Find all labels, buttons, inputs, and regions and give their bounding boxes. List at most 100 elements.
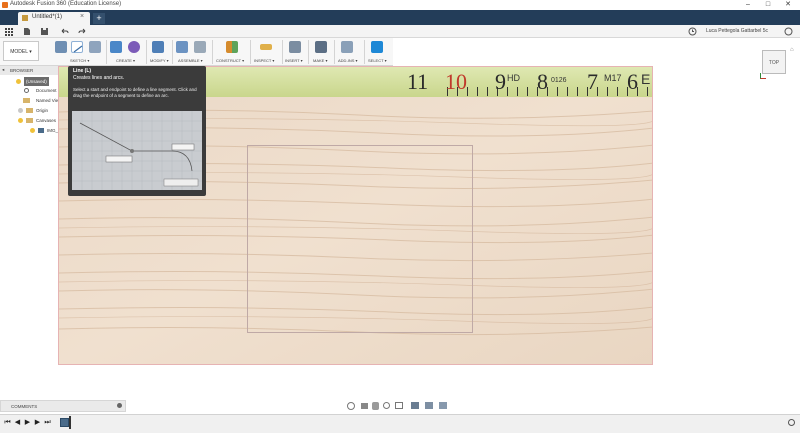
ruler-tick [507, 87, 508, 96]
timeline-start-icon[interactable]: ⏮ [4, 419, 11, 427]
create-group-label[interactable]: CREATE ▾ [116, 58, 135, 63]
help-icon[interactable] [784, 27, 793, 36]
ruler-number: 11 [407, 69, 429, 94]
press-pull-icon[interactable] [152, 41, 164, 53]
measure-icon[interactable] [260, 44, 272, 50]
toolbar-divider [146, 40, 147, 64]
add-ins-group-label[interactable]: ADD-INS ▾ [338, 58, 358, 63]
ruler-tick [527, 87, 528, 96]
joint-icon[interactable] [194, 41, 206, 53]
home-view-icon[interactable]: ⌂ [790, 47, 794, 53]
offset-plane-icon[interactable] [226, 41, 238, 53]
assemble-group-label[interactable]: ASSEMBLE ▾ [178, 58, 203, 63]
construct-group-label[interactable]: CONSTRUCT ▾ [216, 58, 244, 63]
toolbar-divider [172, 40, 173, 64]
canvas-image-icon [38, 128, 44, 133]
save-icon[interactable] [40, 27, 49, 36]
pan-hand-icon[interactable] [372, 402, 379, 410]
title-bar: Autodesk Fusion 360 (Education License) [0, 0, 800, 10]
select-group-label[interactable]: SELECT ▾ [368, 58, 387, 63]
extrude-icon[interactable] [110, 41, 122, 53]
3d-print-icon[interactable] [315, 41, 327, 53]
ruler-number: 8 [537, 69, 548, 94]
orbit-icon[interactable] [347, 402, 355, 410]
make-group-label[interactable]: MAKE ▾ [313, 58, 327, 63]
root-label: (Unsaved) [24, 77, 49, 86]
job-status-icon[interactable] [688, 27, 697, 36]
timeline-canvas-feature[interactable] [60, 418, 69, 427]
comments-panel[interactable]: COMMENTS [0, 400, 126, 412]
folder-icon [23, 98, 30, 103]
browser-item-document-settings[interactable]: Document Settings [14, 86, 74, 95]
visibility-bulb-icon[interactable] [30, 128, 35, 133]
data-panel-grid-icon[interactable] [4, 27, 13, 36]
ruler-marking: 0126 [551, 77, 567, 84]
ruler-tick [467, 87, 468, 96]
comments-label: COMMENTS [11, 404, 38, 409]
view-cube-label: TOP [768, 60, 780, 66]
sketch-group-label[interactable]: SKETCH ▾ [70, 58, 89, 63]
file-menu-icon[interactable] [22, 27, 31, 36]
visibility-bulb-icon[interactable] [18, 108, 23, 113]
timeline-end-icon[interactable]: ⏭ [44, 419, 51, 427]
ruler-tick [607, 87, 608, 96]
sphere-icon[interactable] [128, 41, 140, 53]
toolbar-divider [282, 40, 283, 64]
zoom-icon[interactable] [383, 402, 390, 409]
new-component-icon[interactable] [176, 41, 188, 53]
new-tab-button[interactable]: + [93, 13, 105, 24]
rectangle-tool-icon[interactable] [89, 41, 101, 53]
select-icon[interactable] [371, 41, 383, 53]
canvases-label: Canvases [36, 118, 57, 123]
user-account-name[interactable]: Luca Pettegola Gattarbel 5c [706, 28, 768, 34]
document-tab[interactable]: Untitled*(1) × [18, 12, 90, 25]
tooltip-description: Select a start and endpoint to define a … [73, 87, 197, 98]
undo-icon[interactable] [60, 27, 69, 36]
tooltip-subtitle: Creates lines and arcs. [73, 75, 125, 81]
timeline-previous-icon[interactable]: ◀ [14, 419, 21, 427]
display-settings-icon[interactable] [411, 402, 419, 409]
insert-image-icon[interactable] [289, 41, 301, 53]
maximize-button[interactable]: □ [758, 0, 778, 10]
window-title: Autodesk Fusion 360 (Education License) [10, 1, 122, 7]
look-at-icon[interactable] [361, 403, 368, 409]
document-tab-bar [0, 10, 800, 25]
fusion-app-icon [2, 2, 8, 8]
timeline-marker[interactable] [69, 416, 71, 429]
browser-item-origin[interactable]: Origin [14, 106, 58, 115]
toolbar-divider [364, 40, 365, 64]
inspect-group-label[interactable]: INSPECT ▾ [254, 58, 274, 63]
visibility-bulb-icon[interactable] [16, 79, 21, 84]
ruler-marking: M17 [604, 73, 622, 83]
timeline-settings-gear-icon[interactable] [788, 419, 795, 426]
close-window-button[interactable]: ✕ [778, 0, 798, 10]
browser-item-canvas-image[interactable]: IMG_0... [28, 126, 64, 135]
browser-item-canvases[interactable]: Canvases [14, 116, 58, 125]
add-comment-icon[interactable] [117, 403, 122, 408]
workspace-switcher[interactable]: MODEL ▾ [3, 41, 39, 61]
timeline-play-icon[interactable]: ▶ [24, 419, 31, 427]
fit-icon[interactable] [395, 402, 403, 409]
sketch-region-outline[interactable] [247, 145, 473, 333]
folder-icon [26, 108, 33, 113]
insert-group-label[interactable]: INSERT ▾ [285, 58, 303, 63]
browser-item-root[interactable]: (Unsaved) [6, 77, 58, 86]
scripts-addins-icon[interactable] [341, 41, 353, 53]
design-icon [22, 15, 28, 21]
collapse-arrow-icon[interactable]: ◂ [2, 67, 4, 73]
modify-group-label[interactable]: MODIFY ▾ [150, 58, 169, 63]
grid-snaps-icon[interactable] [425, 402, 433, 409]
close-tab-button[interactable]: × [80, 13, 84, 20]
ruler-tick [647, 87, 648, 96]
create-sketch-icon[interactable] [55, 41, 67, 53]
minimize-button[interactable]: – [738, 0, 758, 10]
browser-item-named-views[interactable]: Named Views [14, 96, 64, 105]
viewports-icon[interactable] [439, 402, 447, 409]
toolbar-divider [250, 40, 251, 64]
redo-icon[interactable] [78, 27, 87, 36]
view-cube[interactable]: TOP [762, 50, 786, 74]
timeline-next-icon[interactable]: ▶ [34, 419, 41, 427]
line-tool-icon[interactable] [71, 41, 83, 53]
visibility-bulb-icon[interactable] [18, 118, 23, 123]
browser-header[interactable]: ◂ BROWSER [0, 66, 58, 75]
